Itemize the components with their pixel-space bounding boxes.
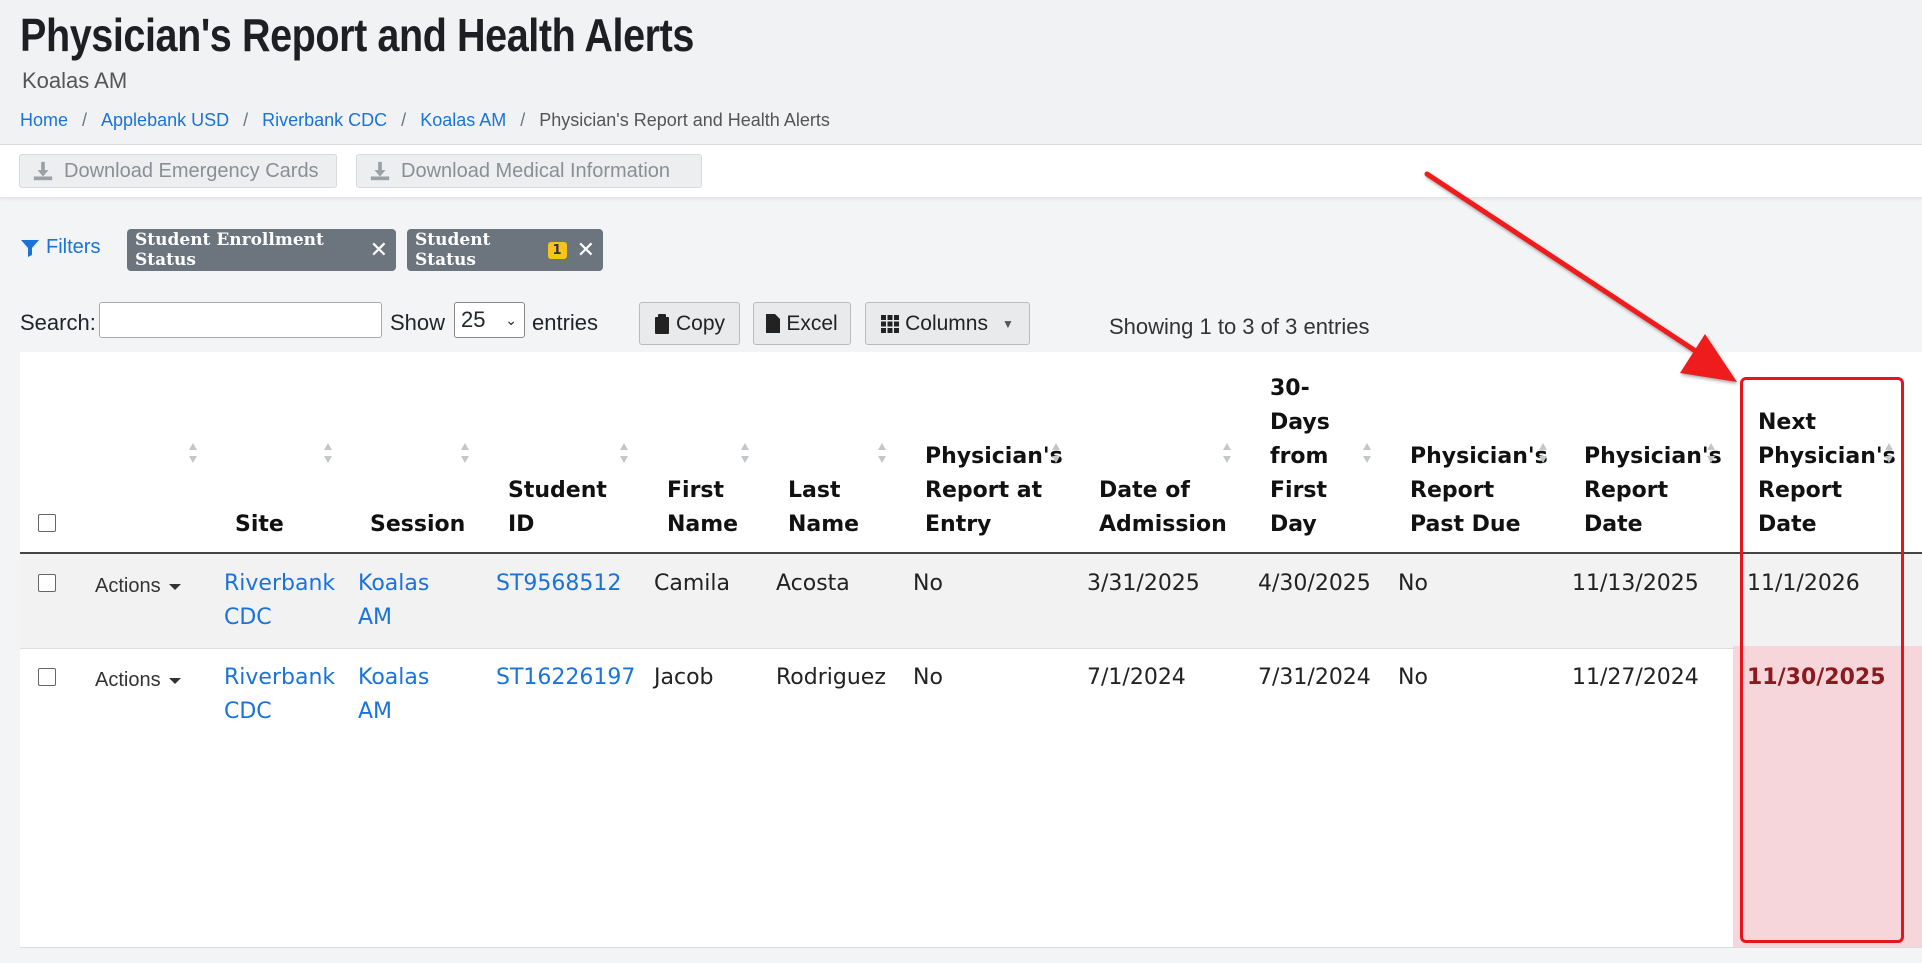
annotation-arrow-icon: [1424, 171, 1737, 382]
